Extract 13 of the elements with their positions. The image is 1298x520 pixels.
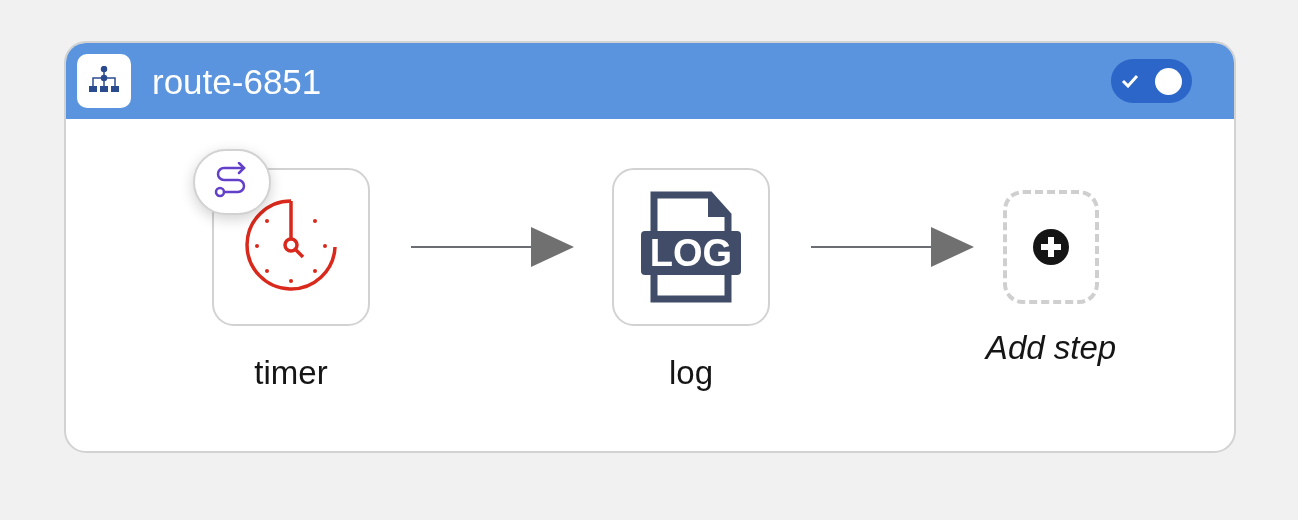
step-label: log (669, 353, 713, 393)
add-icon (1032, 228, 1070, 266)
add-step-placeholder[interactable] (1003, 190, 1099, 304)
step-node[interactable] (212, 168, 370, 326)
step-label: timer (254, 353, 328, 393)
step-label: Add step (985, 328, 1117, 368)
toggle-knob (1155, 67, 1182, 95)
route-icon (77, 54, 131, 108)
step-node[interactable]: LOG (612, 168, 770, 326)
route-toggle[interactable] (1111, 59, 1192, 103)
check-icon (1121, 74, 1139, 88)
icon-label: LOG (641, 231, 741, 275)
route-title: route-6851 (152, 63, 322, 99)
